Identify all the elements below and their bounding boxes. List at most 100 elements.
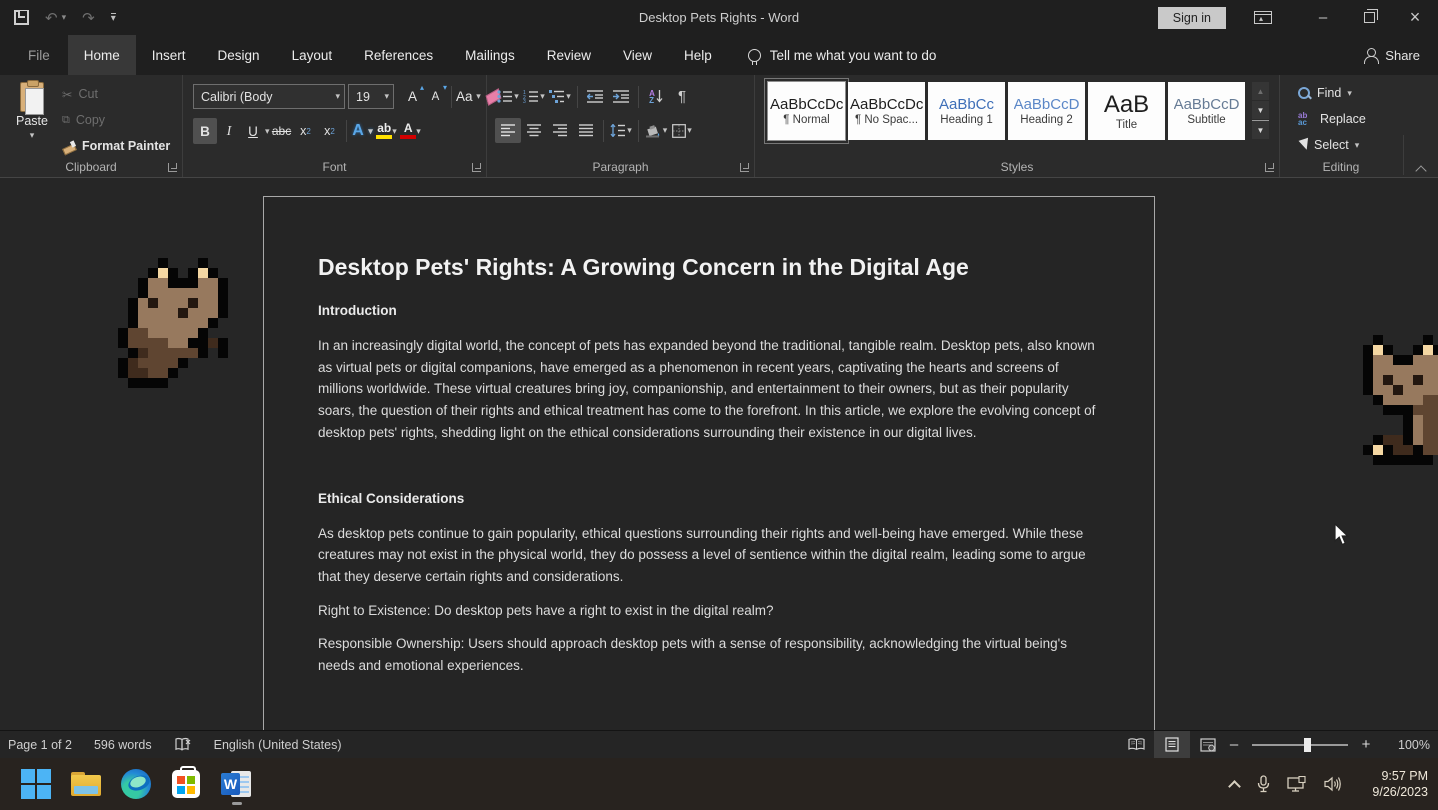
highlight-color-button[interactable]: ab ▾ [375,118,399,144]
tab-view[interactable]: View [607,35,668,75]
edge-browser-button[interactable] [120,768,152,800]
numbering-button[interactable]: 123 ▾ [521,84,547,109]
zoom-in-button[interactable]: + [1358,736,1374,753]
share-button[interactable]: Share [1364,35,1420,75]
print-layout-button[interactable] [1154,731,1190,758]
bullets-dropdown-icon[interactable]: ▾ [514,91,519,102]
zoom-slider[interactable] [1252,744,1348,746]
sign-in-button[interactable]: Sign in [1158,7,1226,29]
increase-indent-button[interactable] [608,84,634,109]
tab-home[interactable]: Home [68,35,136,75]
network-icon[interactable] [1287,776,1307,793]
replace-button[interactable]: abac Replace [1294,106,1370,132]
font-color-dropdown-icon[interactable]: ▾ [416,126,421,137]
styles-scroll-up-icon[interactable]: ▲ [1252,82,1269,100]
tab-insert[interactable]: Insert [136,35,202,75]
zoom-level[interactable]: 100% [1388,738,1430,752]
shrink-font-button[interactable]: A [424,84,447,109]
close-button[interactable]: × [1392,0,1438,35]
page-indicator[interactable]: Page 1 of 2 [8,738,72,752]
font-size-dropdown-icon[interactable]: ▾ [380,91,389,102]
tell-me-box[interactable]: Tell me what you want to do [748,35,937,75]
style-card-heading2[interactable]: AaBbCcD Heading 2 [1008,82,1085,140]
bullets-button[interactable]: ▾ [495,84,521,109]
borders-button[interactable]: ▾ [669,118,695,143]
speaker-icon[interactable] [1324,776,1343,792]
align-right-button[interactable] [547,118,573,143]
font-size-combo[interactable]: 19 ▾ [348,84,394,109]
styles-more-icon[interactable]: ▼ [1252,120,1269,139]
line-spacing-dropdown-icon[interactable]: ▾ [627,125,632,136]
underline-button[interactable]: U [241,118,265,144]
subscript-button[interactable]: x2 [294,118,318,144]
numbering-dropdown-icon[interactable]: ▾ [540,91,545,102]
align-center-button[interactable] [521,118,547,143]
proofing-errors-icon[interactable] [174,737,192,752]
font-color-button[interactable]: A ▾ [399,118,423,144]
undo-dropdown-icon[interactable]: ▾ [62,12,67,23]
align-left-button[interactable] [495,118,521,143]
format-painter-button[interactable]: Format Painter [58,133,174,159]
document-page[interactable]: Desktop Pets' Rights: A Growing Concern … [263,196,1155,730]
grow-font-button[interactable]: A [401,84,424,109]
tab-file[interactable]: File [10,35,68,75]
microphone-icon[interactable] [1257,775,1270,793]
multilevel-list-button[interactable]: ▾ [547,84,573,109]
find-dropdown-icon[interactable]: ▾ [1347,88,1352,99]
font-name-combo[interactable]: Calibri (Body ▾ [193,84,345,109]
paste-dropdown-icon[interactable]: ▾ [30,130,35,141]
justify-button[interactable] [573,118,599,143]
taskbar-clock[interactable]: 9:57 PM 9/26/2023 [1360,768,1428,800]
collapse-ribbon-icon[interactable] [1416,165,1428,173]
customize-qat-icon[interactable]: ▾ [111,13,116,23]
word-count[interactable]: 596 words [94,738,152,752]
tab-mailings[interactable]: Mailings [449,35,531,75]
font-dialog-launcher-icon[interactable] [472,163,481,172]
zoom-out-button[interactable]: – [1226,736,1242,753]
styles-scroll-down-icon[interactable]: ▼ [1252,101,1269,119]
select-dropdown-icon[interactable]: ▾ [1355,140,1360,151]
borders-dropdown-icon[interactable]: ▾ [687,125,692,136]
tab-layout[interactable]: Layout [276,35,349,75]
read-mode-button[interactable] [1118,731,1154,758]
cut-button[interactable]: ✂ Cut [58,81,174,107]
tab-design[interactable]: Design [202,35,276,75]
file-explorer-button[interactable] [70,768,102,800]
underline-dropdown-icon[interactable]: ▾ [265,126,270,137]
find-button[interactable]: Find ▾ [1294,80,1370,106]
redo-icon[interactable]: ↷ [82,9,95,27]
paragraph-dialog-launcher-icon[interactable] [740,163,749,172]
show-formatting-button[interactable]: ¶ [669,84,695,109]
microsoft-store-button[interactable] [170,768,202,800]
web-layout-button[interactable] [1190,731,1226,758]
tray-expand-icon[interactable] [1229,781,1240,788]
styles-dialog-launcher-icon[interactable] [1265,163,1274,172]
highlight-dropdown-icon[interactable]: ▾ [392,126,397,137]
tab-help[interactable]: Help [668,35,728,75]
italic-button[interactable]: I [217,118,241,144]
clipboard-dialog-launcher-icon[interactable] [168,163,177,172]
superscript-button[interactable]: x2 [318,118,342,144]
start-button[interactable] [20,768,52,800]
font-name-dropdown-icon[interactable]: ▾ [331,91,340,102]
language-indicator[interactable]: English (United States) [214,738,342,752]
shading-dropdown-icon[interactable]: ▾ [663,125,668,136]
shading-button[interactable]: ▾ [643,118,669,143]
zoom-slider-thumb[interactable] [1304,738,1311,752]
change-case-button[interactable]: Aa ▾ [456,84,481,109]
undo-icon[interactable]: ↶ [45,9,58,27]
strikethrough-button[interactable]: abc [270,118,294,144]
bold-button[interactable]: B [193,118,217,144]
select-button[interactable]: Select ▾ [1294,132,1370,158]
restore-button[interactable] [1346,0,1392,35]
save-icon[interactable] [14,10,29,25]
style-card-heading1[interactable]: AaBbCc Heading 1 [928,82,1005,140]
tab-references[interactable]: References [348,35,449,75]
tab-review[interactable]: Review [531,35,607,75]
word-taskbar-button[interactable]: W [220,768,252,800]
style-card-normal[interactable]: AaBbCcDc ¶ Normal [768,82,845,140]
text-effects-button[interactable]: A ▾ [351,118,375,144]
line-spacing-button[interactable]: ▾ [608,118,634,143]
style-card-title[interactable]: AaB Title [1088,82,1165,140]
paste-button[interactable]: Paste ▾ [8,82,56,156]
